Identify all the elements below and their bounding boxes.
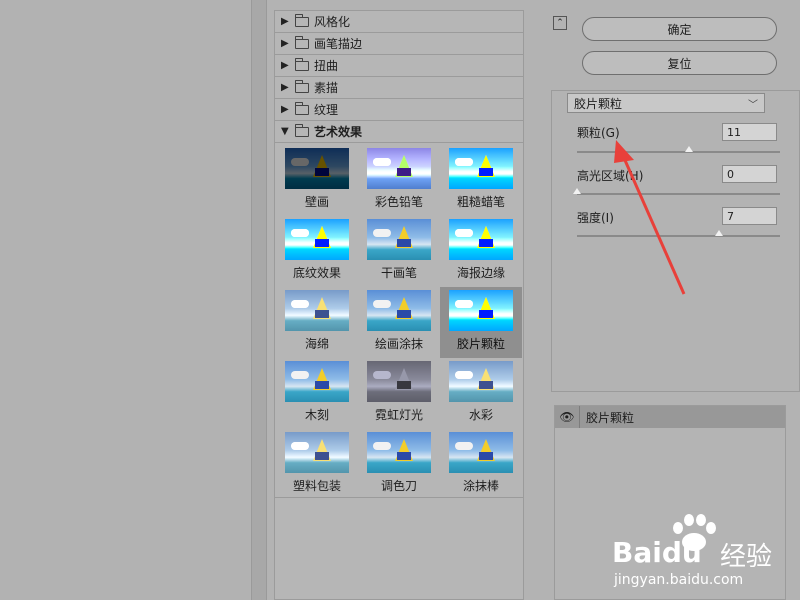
folder-icon	[295, 123, 309, 137]
thumbnail-image	[285, 361, 349, 402]
highlight-label: 高光区域(H)	[577, 169, 644, 183]
watermark-url: jingyan.baidu.com	[614, 572, 744, 588]
expand-triangle-icon[interactable]: ▶	[281, 82, 295, 93]
thumbnail-label: 底纹效果	[292, 266, 341, 280]
thumbnail-label: 木刻	[304, 408, 329, 422]
filter-thumb-smudge-stick[interactable]: 涂抹棒	[440, 429, 522, 500]
folder-icon	[295, 79, 309, 93]
intensity-slider[interactable]	[577, 230, 780, 237]
filter-thumb-paint-daubs[interactable]: 绘画涂抹	[358, 287, 440, 358]
baidu-watermark: Baidu 经验 jingyan.baidu.com	[612, 512, 792, 592]
ok-button[interactable]: 确定	[582, 17, 777, 41]
filter-thumb-rough-pastels[interactable]: 粗糙蜡笔	[440, 145, 522, 216]
preview-canvas[interactable]	[0, 0, 250, 600]
thumbnail-label: 调色刀	[380, 479, 417, 493]
thumbnail-label: 海报边缘	[456, 266, 505, 280]
category-artistic[interactable]: ▼ 艺术效果	[275, 121, 523, 143]
expand-triangle-icon[interactable]: ▶	[281, 60, 295, 71]
settings-panel: ⌃ 确定 复位 胶片颗粒 ﹀ 颗粒(G) 11 高光区域(H) 0 强度(I) …	[545, 0, 800, 600]
collapse-triangle-icon[interactable]: ▼	[281, 126, 295, 137]
eye-icon[interactable]: 👁	[555, 410, 579, 424]
thumbnail-image	[367, 219, 431, 260]
expand-triangle-icon[interactable]: ▶	[281, 16, 295, 27]
grain-slider-thumb[interactable]	[684, 146, 693, 152]
chevron-down-icon: ﹀	[748, 100, 758, 111]
filter-thumb-film-grain[interactable]: 胶片颗粒	[440, 287, 522, 358]
thumbnail-label: 水彩	[468, 408, 493, 422]
thumbnail-image	[449, 432, 513, 473]
folder-icon	[295, 101, 309, 115]
thumbnail-label: 涂抹棒	[462, 479, 499, 493]
category-label: 艺术效果	[314, 125, 363, 139]
expand-triangle-icon[interactable]: ▶	[281, 104, 295, 115]
thumbnail-label: 干画笔	[380, 266, 417, 280]
thumbnail-label: 粗糙蜡笔	[456, 195, 505, 209]
folder-icon	[295, 13, 309, 27]
thumbnail-label: 壁画	[304, 195, 329, 209]
intensity-slider-thumb[interactable]	[715, 230, 724, 236]
category-label: 扭曲	[314, 59, 339, 73]
thumbnail-label: 彩色铅笔	[374, 195, 423, 209]
highlight-slider-thumb[interactable]	[573, 188, 581, 194]
category-label: 纹理	[314, 103, 339, 117]
filter-thumb-palette-knife[interactable]: 调色刀	[358, 429, 440, 500]
category-label: 画笔描边	[314, 37, 363, 51]
thumbnail-image	[367, 290, 431, 331]
intensity-label: 强度(I)	[577, 211, 614, 225]
highlight-slider[interactable]	[573, 188, 780, 195]
folder-icon	[295, 35, 309, 49]
thumbnail-image	[449, 148, 513, 189]
thumbnail-image	[449, 290, 513, 331]
grain-label: 颗粒(G)	[577, 126, 620, 140]
category-stylize[interactable]: ▶ 风格化	[275, 11, 523, 33]
thumbnail-image	[449, 219, 513, 260]
filter-thumb-underpainting[interactable]: 底纹效果	[276, 216, 358, 287]
effect-layer-name: 胶片颗粒	[579, 406, 634, 428]
thumbnail-image	[285, 432, 349, 473]
thumbnail-label: 塑料包装	[292, 479, 341, 493]
category-label: 风格化	[314, 15, 351, 29]
filter-thumb-colored-pencil[interactable]: 彩色铅笔	[358, 145, 440, 216]
filter-thumb-poster-edges[interactable]: 海报边缘	[440, 216, 522, 287]
filter-thumb-sponge[interactable]: 海绵	[276, 287, 358, 358]
thumbnail-label: 海绵	[304, 337, 329, 351]
category-sketch[interactable]: ▶ 素描	[275, 77, 523, 99]
artistic-thumbnail-grid: 壁画 彩色铅笔 粗糙蜡笔 底纹效果 干画笔 海报边缘 海绵 绘画涂抹 胶片颗粒 …	[275, 143, 523, 498]
thumbnail-image	[367, 432, 431, 473]
watermark-brand-cn: 经验	[720, 542, 773, 572]
thumbnail-image	[285, 219, 349, 260]
filter-thumb-cutout[interactable]: 木刻	[276, 358, 358, 429]
filter-select-value: 胶片颗粒	[574, 96, 623, 111]
category-label: 素描	[314, 81, 339, 95]
thumbnail-label: 胶片颗粒	[456, 337, 505, 351]
thumbnail-label: 绘画涂抹	[374, 337, 423, 351]
collapse-icon[interactable]: ⌃	[553, 16, 567, 30]
filter-select[interactable]: 胶片颗粒 ﹀	[567, 93, 765, 113]
category-brush-strokes[interactable]: ▶ 画笔描边	[275, 33, 523, 55]
grain-input[interactable]: 11	[722, 123, 777, 141]
filter-gallery: ▶ 风格化 ▶ 画笔描边 ▶ 扭曲 ▶ 素描 ▶ 纹理 ▼ 艺术效果 壁画 彩色…	[274, 10, 524, 600]
thumbnail-image	[367, 361, 431, 402]
filter-thumb-dry-brush[interactable]: 干画笔	[358, 216, 440, 287]
highlight-input[interactable]: 0	[722, 165, 777, 183]
thumbnail-label: 霓虹灯光	[374, 408, 423, 422]
filter-thumb-watercolor[interactable]: 水彩	[440, 358, 522, 429]
watermark-brand: Baidu	[612, 536, 702, 569]
thumbnail-image	[367, 148, 431, 189]
category-texture[interactable]: ▶ 纹理	[275, 99, 523, 121]
thumbnail-image	[449, 361, 513, 402]
thumbnail-image	[285, 148, 349, 189]
expand-triangle-icon[interactable]: ▶	[281, 38, 295, 49]
folder-icon	[295, 57, 309, 71]
category-distort[interactable]: ▶ 扭曲	[275, 55, 523, 77]
preview-scrollbar[interactable]	[251, 0, 267, 600]
grain-slider[interactable]	[577, 146, 780, 153]
effect-layer-row[interactable]: 👁 胶片颗粒	[555, 406, 785, 428]
thumbnail-image	[285, 290, 349, 331]
filter-thumb-fresco[interactable]: 壁画	[276, 145, 358, 216]
filter-thumb-plastic-wrap[interactable]: 塑料包装	[276, 429, 358, 500]
intensity-input[interactable]: 7	[722, 207, 777, 225]
filter-thumb-neon-glow[interactable]: 霓虹灯光	[358, 358, 440, 429]
reset-button[interactable]: 复位	[582, 51, 777, 75]
